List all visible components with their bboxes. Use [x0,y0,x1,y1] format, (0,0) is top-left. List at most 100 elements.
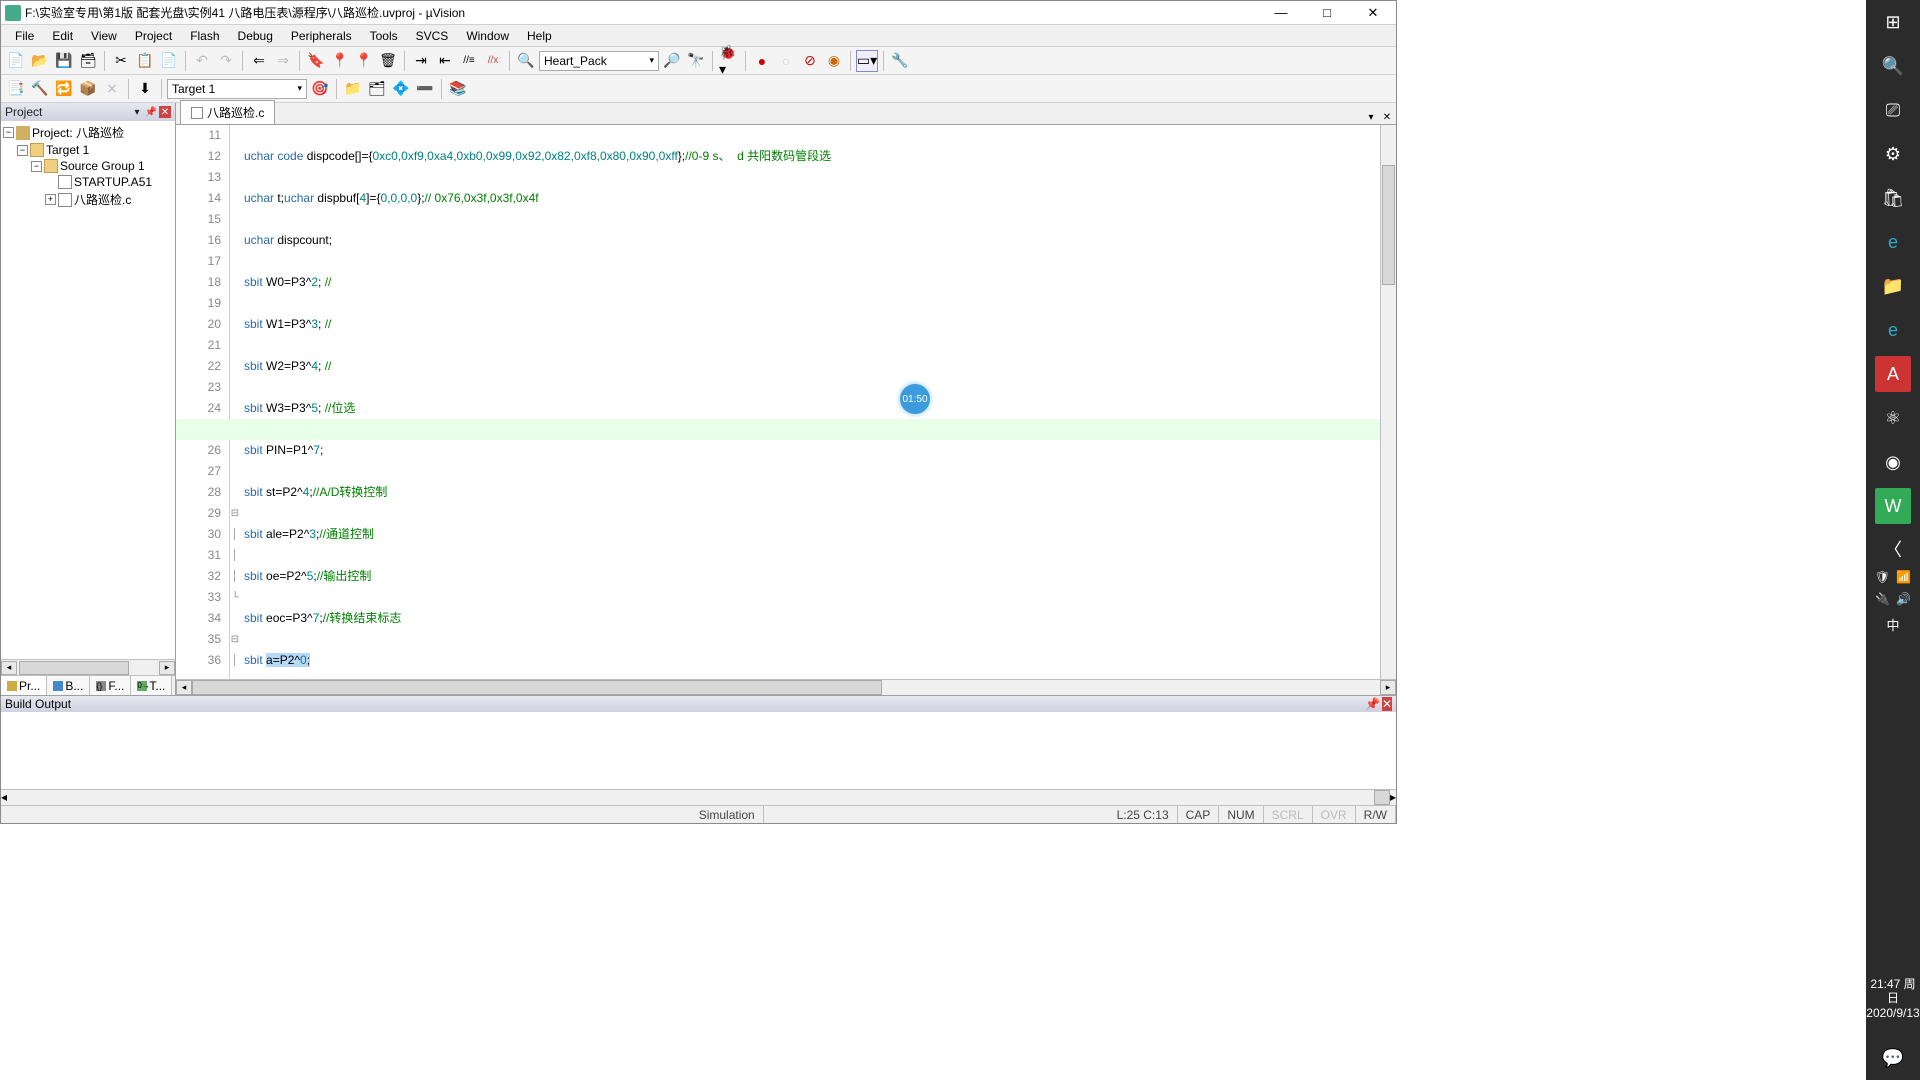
rebuild-button[interactable]: 🔁 [53,78,75,100]
find-in-files-button[interactable]: 🔍 [515,50,537,72]
chrome-icon[interactable]: ◉ [1875,444,1911,480]
save-all-button[interactable]: 🗃 [77,50,99,72]
app-icon[interactable]: ⚛ [1875,400,1911,436]
search-icon[interactable]: 🔍 [1875,48,1911,84]
build-button[interactable]: 🔨 [29,78,51,100]
menu-help[interactable]: Help [519,27,560,45]
comment-button[interactable]: //≡ [458,50,480,72]
wechat-icon[interactable]: W [1875,488,1911,524]
task-view-icon[interactable]: ⎚ [1875,92,1911,128]
redo-button[interactable]: ↷ [215,50,237,72]
close-button[interactable]: ✕ [1350,1,1396,25]
panel-menu-icon[interactable]: ▾ [131,106,143,118]
download-button[interactable]: ⬇ [134,78,156,100]
target-options-button[interactable]: 🎯 [309,78,331,100]
target-combo[interactable]: Target 1▾ [167,79,307,99]
file-ext-button[interactable]: 📁 [342,78,364,100]
menu-project[interactable]: Project [127,27,180,45]
build-output-header[interactable]: Build Output 📌 ✕ [1,696,1396,712]
scroll-right-icon[interactable]: ▸ [1380,680,1396,695]
breakpoint-kill-button[interactable]: ⊘ [799,50,821,72]
ime-indicator[interactable]: 中 [1875,614,1911,634]
tray-icon[interactable]: 🛡 [1875,570,1890,584]
scroll-thumb[interactable] [1382,165,1395,285]
explorer-icon[interactable]: 📁 [1875,268,1911,304]
scroll-thumb[interactable] [192,680,882,695]
ie-icon[interactable]: e [1875,312,1911,348]
undo-button[interactable]: ↶ [191,50,213,72]
source-code[interactable]: uchar code dispcode[]={0xc0,0xf9,0xa4,0x… [240,125,1380,679]
start-button[interactable]: ⊞ [1875,4,1911,40]
editor-hscroll[interactable]: ◂ ▸ [176,679,1396,695]
tray-icons[interactable]: 🛡 📶 [1875,570,1911,584]
maximize-button[interactable]: □ [1304,1,1350,25]
panel-pin-icon[interactable]: 📌 [1365,697,1380,711]
nav-fwd-button[interactable]: ⇒ [272,50,294,72]
tab-project[interactable]: Pr... [1,676,47,695]
bookmark-toggle-button[interactable]: 🔖 [305,50,327,72]
new-file-button[interactable]: 📄 [5,50,27,72]
translate-button[interactable]: 📑 [5,78,27,100]
tab-templates[interactable]: 0→T... [131,676,172,695]
bookmark-next-button[interactable]: 📍 [353,50,375,72]
settings-icon[interactable]: ⚙ [1875,136,1911,172]
books-button[interactable]: 📚 [447,78,469,100]
tree-file[interactable]: 八路巡检.c [74,191,131,208]
tab-functions[interactable]: {}F... [90,676,131,695]
breakpoint-disable-button[interactable]: ○ [775,50,797,72]
scroll-left-icon[interactable]: ◂ [1,661,17,675]
pdf-icon[interactable]: A [1875,356,1911,392]
batch-build-button[interactable]: 📦 [77,78,99,100]
minimize-button[interactable]: — [1258,1,1304,25]
project-panel-header[interactable]: Project ▾ 📌 ✕ [1,103,175,121]
build-hscroll[interactable]: ◂ ▸ [1,789,1396,805]
tree-collapse-icon[interactable]: − [31,161,42,172]
uncomment-button[interactable]: //x [482,50,504,72]
menu-view[interactable]: View [83,27,125,45]
remove-item-button[interactable]: ➖ [414,78,436,100]
tab-close-icon[interactable]: ✕ [1380,110,1394,124]
tree-collapse-icon[interactable]: − [3,127,14,138]
panel-close-icon[interactable]: ✕ [159,106,171,118]
paste-button[interactable]: 📄 [158,50,180,72]
titlebar[interactable]: F:\实验室专用\第1版 配套光盘\实例41 八路电压表\源程序\八路巡检.uv… [1,1,1396,25]
tab-books[interactable]: B... [47,676,90,695]
bookmark-clear-button[interactable]: 🗑 [377,50,399,72]
tree-expand-icon[interactable]: + [45,194,56,205]
indent-button[interactable]: ⇥ [410,50,432,72]
scroll-thumb[interactable] [1374,790,1390,805]
menu-debug[interactable]: Debug [230,27,281,45]
cut-button[interactable]: ✂ [110,50,132,72]
select-device-button[interactable]: 💠 [390,78,412,100]
store-icon[interactable]: 🛍 [1875,180,1911,216]
project-tree[interactable]: −Project: 八路巡检 −Target 1 −Source Group 1… [1,121,175,659]
back-icon[interactable]: 〈 [1884,536,1902,562]
find-button[interactable]: 🔎 [661,50,683,72]
window-button[interactable]: ▭▾ [856,50,878,72]
notifications-icon[interactable]: 💬 [1875,1040,1911,1076]
build-output-text[interactable] [1,712,1396,789]
tree-group[interactable]: Source Group 1 [60,159,145,173]
debug-button[interactable]: 🐞▾ [718,50,740,72]
tab-dropdown-icon[interactable]: ▾ [1364,110,1378,124]
scroll-right-icon[interactable]: ▸ [159,661,175,675]
incremental-find-button[interactable]: 🔭 [685,50,707,72]
tree-hscroll[interactable]: ◂ ▸ [1,659,175,675]
wifi-icon[interactable]: 📶 [1896,570,1911,584]
menu-tools[interactable]: Tools [362,27,406,45]
panel-pin-icon[interactable]: 📌 [145,106,157,118]
scroll-thumb[interactable] [19,661,129,675]
menu-edit[interactable]: Edit [44,27,81,45]
menu-flash[interactable]: Flash [182,27,227,45]
scroll-right-icon[interactable]: ▸ [1390,790,1396,805]
editor-vscroll[interactable] [1380,125,1396,679]
tray-icons-2[interactable]: 🔌 🔊 [1875,592,1911,606]
fold-gutter[interactable]: ⊟│││└⊟│ [230,125,240,679]
menu-svcs[interactable]: SVCS [408,27,457,45]
outdent-button[interactable]: ⇤ [434,50,456,72]
volume-icon[interactable]: 🔊 [1896,592,1911,606]
edge-icon[interactable]: e [1875,224,1911,260]
tree-target[interactable]: Target 1 [46,143,89,157]
manage-button[interactable]: 🗂 [366,78,388,100]
battery-icon[interactable]: 🔌 [1875,592,1890,606]
